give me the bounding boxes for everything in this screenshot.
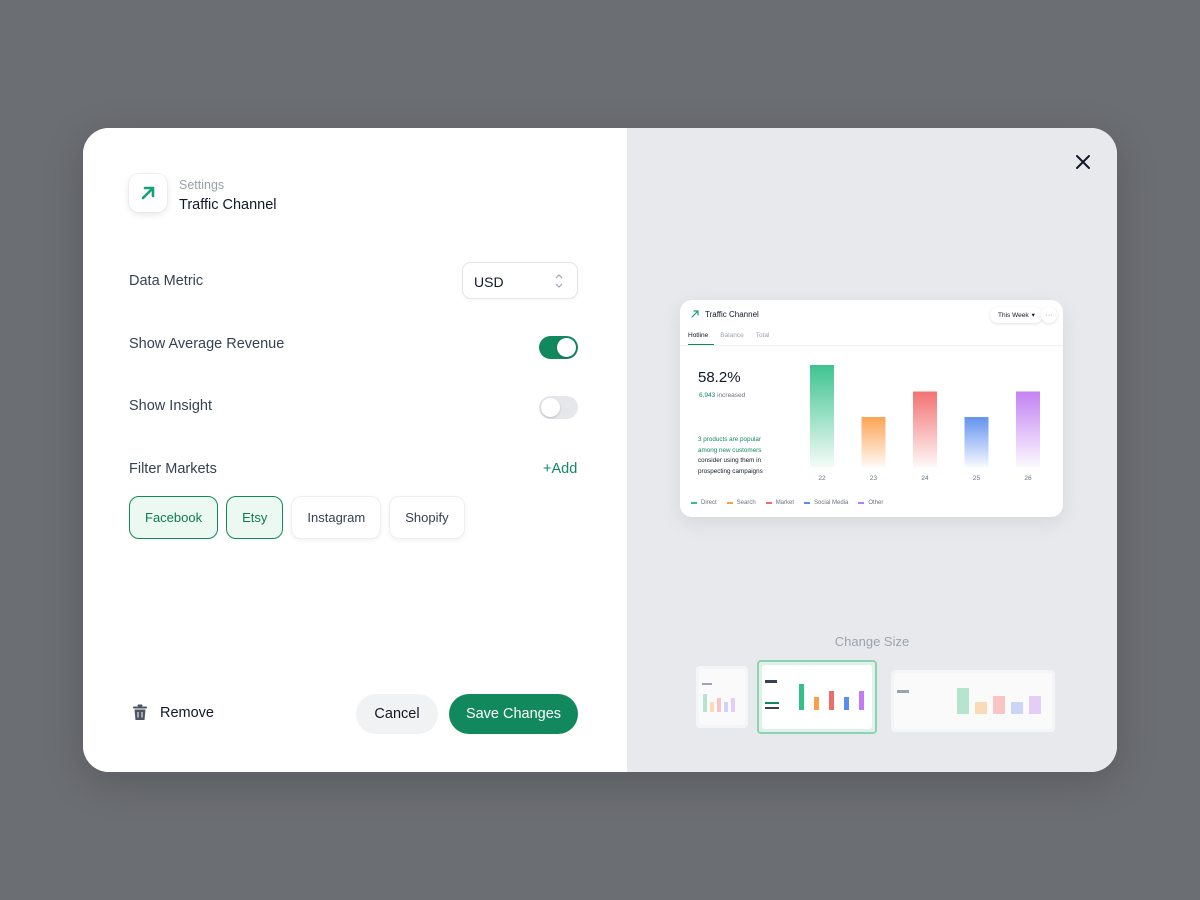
show-insight-toggle[interactable] [539,396,578,419]
change-size-label: Change Size [834,634,910,649]
arrow-up-right-icon [141,186,155,200]
caret-down-icon: ▾ [1031,312,1035,319]
size-option-small[interactable] [696,666,748,728]
big-value: 58.2% [698,369,741,386]
data-metric-label: Data Metric [129,273,204,289]
legend-item: Market [765,500,795,506]
market-chip-etsy[interactable]: Etsy [226,496,284,539]
tab-divider [680,345,1063,346]
legend-swatch [691,502,697,504]
widget-tabs: Hotline Balance Total [688,332,781,346]
legend-label: Other [868,500,884,506]
legend-item: Search [726,500,756,506]
widget-title: Traffic Channel [705,310,759,319]
tab-hotline[interactable]: Hotline [688,332,715,346]
legend-swatch [858,502,865,504]
preview-panel: Traffic Channel This Week ▾ ··· Hotline … [627,128,1117,772]
medium-widget-thumbnail [762,665,872,729]
tab-total[interactable]: Total [756,332,776,346]
x-tick-label: 23 [870,475,878,482]
toggle-knob [541,398,560,417]
insight-text: 3 products are popular among new custome… [698,435,776,477]
header-title: Traffic Channel [179,197,277,213]
x-tick-label: 24 [921,475,929,482]
increase-value: 6,943 [699,392,716,399]
chevron-up-down-icon [555,274,563,288]
bar-25 [964,417,989,467]
legend-swatch [726,502,733,504]
x-tick-label: 22 [818,475,826,482]
period-value: This Week [998,311,1029,319]
increase-label: increased [717,392,746,399]
widget-icon [129,174,167,212]
tab-balance[interactable]: Balance [720,332,750,346]
cancel-button[interactable]: Cancel [356,694,438,734]
legend-label: Market [775,500,795,506]
increase-text: 6,943 increased [699,392,745,399]
arrow-up-right-icon [691,310,699,318]
chart-legend: Direct Search Market Social Media Other [691,500,883,506]
market-chip-shopify[interactable]: Shopify [389,496,465,539]
show-average-revenue-label: Show Average Revenue [129,336,285,352]
settings-modal: Settings Traffic Channel Data Metric USD… [83,128,1117,772]
show-average-revenue-toggle[interactable] [539,336,578,359]
close-icon[interactable] [1075,154,1091,170]
x-tick-label: 25 [973,475,981,482]
legend-swatch [804,502,811,504]
bar-24 [913,391,937,467]
remove-label: Remove [160,704,214,721]
data-metric-value: USD [474,274,504,290]
market-chip-facebook[interactable]: Facebook [129,496,219,539]
show-insight-label: Show Insight [129,398,213,414]
bar-22 [810,365,834,467]
legend-swatch [765,502,772,504]
market-chip-instagram[interactable]: Instagram [291,496,382,539]
header-subtitle: Settings [179,178,225,192]
trash-icon [133,704,147,720]
size-option-large[interactable] [891,670,1055,732]
market-chips: Facebook Etsy Instagram Shopify [129,496,465,539]
remove-button[interactable]: Remove [132,704,214,721]
more-button[interactable]: ··· [1041,307,1057,323]
small-widget-thumbnail [699,669,745,725]
settings-panel: Settings Traffic Channel Data Metric USD… [83,128,627,772]
legend-item: Direct [691,500,717,506]
data-metric-select[interactable]: USD [462,262,578,299]
insight-rest: consider using them in prospecting campa… [698,457,763,475]
legend-label: Search [736,500,756,506]
filter-markets-label: Filter Markets [129,461,217,477]
toggle-knob [557,338,576,357]
size-option-medium[interactable] [757,660,877,734]
bar-26 [1016,391,1040,467]
save-changes-button[interactable]: Save Changes [449,694,578,734]
add-market-link[interactable]: +Add [543,461,577,477]
x-tick-label: 26 [1024,475,1032,482]
period-dropdown[interactable]: This Week ▾ [990,307,1043,323]
large-widget-thumbnail [894,673,1052,729]
legend-item: Social Media [804,500,848,506]
bar-23 [861,417,886,467]
legend-label: Direct [701,500,717,506]
insight-highlight: 3 products are popular among new custome… [698,436,762,454]
widget-preview: Traffic Channel This Week ▾ ··· Hotline … [680,300,1063,517]
legend-label: Social Media [814,500,849,506]
legend-item: Other [858,500,883,506]
